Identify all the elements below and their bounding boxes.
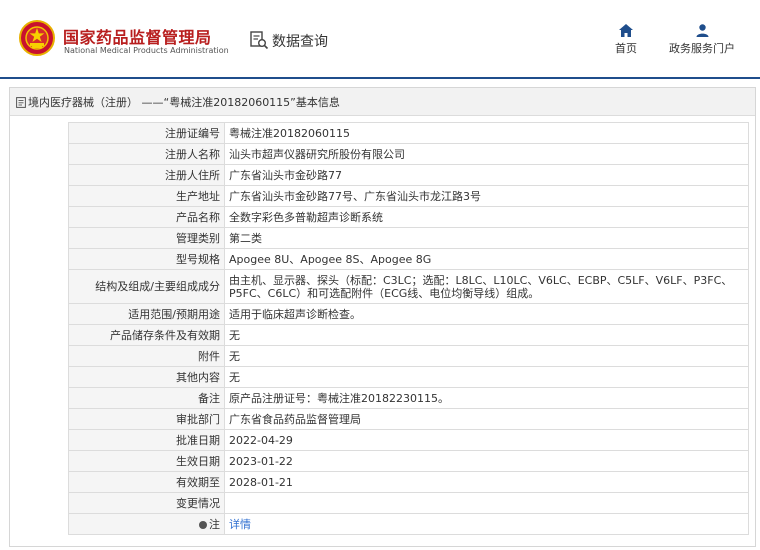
home-icon xyxy=(619,24,633,37)
table-row: 注册人名称 汕头市超声仪器研究所股份有限公司 xyxy=(68,143,749,165)
field-label: 生效日期 xyxy=(68,450,225,472)
field-value: 汕头市超声仪器研究所股份有限公司 xyxy=(224,143,749,165)
breadcrumb-separator: —— xyxy=(141,96,164,109)
field-label: 生产地址 xyxy=(68,185,225,207)
field-label: 批准日期 xyxy=(68,429,225,451)
nav-gov-service-portal[interactable]: 政务服务门户 xyxy=(660,24,744,56)
data-query-label[interactable]: 数据查询 xyxy=(272,31,328,51)
table-row: 注 详情 xyxy=(68,513,749,535)
table-row: 批准日期 2022-04-29 xyxy=(68,429,749,451)
field-value: 详情 xyxy=(224,513,749,535)
nav-home-label: 首页 xyxy=(615,42,637,55)
field-value xyxy=(224,492,749,514)
field-label: 其他内容 xyxy=(68,366,225,388)
field-label: 注册证编号 xyxy=(68,122,225,144)
field-value: 由主机、显示器、探头（标配：C3LC；选配：L8LC、L10LC、V6LC、EC… xyxy=(224,269,749,304)
field-value: 无 xyxy=(224,366,749,388)
table-row: 生产地址 广东省汕头市金砂路77号、广东省汕头市龙江路3号 xyxy=(68,185,749,207)
field-label: 结构及组成/主要组成成分 xyxy=(68,269,225,304)
field-value: 第二类 xyxy=(224,227,749,249)
table-row: 生效日期 2023-01-22 xyxy=(68,450,749,472)
field-value: 广东省汕头市金砂路77 xyxy=(224,164,749,186)
field-label: 审批部门 xyxy=(68,408,225,430)
field-value: 2028-01-21 xyxy=(224,471,749,493)
data-search-icon xyxy=(250,31,269,50)
field-value: 无 xyxy=(224,324,749,346)
site-title-cn: 国家药品监督管理局 xyxy=(63,28,212,47)
table-row: 管理类别 第二类 xyxy=(68,227,749,249)
table-row: 结构及组成/主要组成成分 由主机、显示器、探头（标配：C3LC；选配：L8LC、L… xyxy=(68,269,749,304)
field-value: 无 xyxy=(224,345,749,367)
table-row: 产品名称 全数字彩色多普勒超声诊断系统 xyxy=(68,206,749,228)
field-label: 注册人住所 xyxy=(68,164,225,186)
field-value: 2022-04-29 xyxy=(224,429,749,451)
field-value: Apogee 8U、Apogee 8S、Apogee 8G xyxy=(224,248,749,270)
table-row: 备注 原产品注册证号：粤械注准20182230115。 xyxy=(68,387,749,409)
note-label: 注 xyxy=(209,517,220,531)
table-row: 变更情况 xyxy=(68,492,749,514)
field-label: 产品名称 xyxy=(68,206,225,228)
registration-info-table: 注册证编号 粤械注准20182060115 注册人名称 汕头市超声仪器研究所股份有限公… xyxy=(68,122,749,535)
details-link[interactable]: 详情 xyxy=(229,518,251,531)
document-icon xyxy=(16,97,26,108)
site-title-en: National Medical Products Administration xyxy=(64,46,229,55)
national-emblem-icon xyxy=(19,20,55,56)
field-value: 广东省汕头市金砂路77号、广东省汕头市龙江路3号 xyxy=(224,185,749,207)
header-divider xyxy=(0,77,760,79)
field-label: 注册人名称 xyxy=(68,143,225,165)
field-label: 型号规格 xyxy=(68,248,225,270)
field-label: 变更情况 xyxy=(68,492,225,514)
table-row: 产品储存条件及有效期无 xyxy=(68,324,749,346)
breadcrumb-link-category[interactable]: 境内医疗器械（注册） xyxy=(28,96,138,109)
breadcrumb: 境内医疗器械（注册） ——“粤械注准20182060115”基本信息 xyxy=(10,88,755,116)
table-row: 其他内容无 xyxy=(68,366,749,388)
field-label: 备注 xyxy=(68,387,225,409)
field-label: 管理类别 xyxy=(68,227,225,249)
field-label: 适用范围/预期用途 xyxy=(68,303,225,325)
nav-home[interactable]: 首页 xyxy=(608,24,644,56)
table-row: 注册证编号 粤械注准20182060115 xyxy=(68,122,749,144)
site-header: 国家药品监督管理局 National Medical Products Admi… xyxy=(0,0,760,77)
field-value: 全数字彩色多普勒超声诊断系统 xyxy=(224,206,749,228)
field-label: 附件 xyxy=(68,345,225,367)
table-row: 附件无 xyxy=(68,345,749,367)
field-value: 2023-01-22 xyxy=(224,450,749,472)
field-value: 原产品注册证号：粤械注准20182230115。 xyxy=(224,387,749,409)
field-value: 广东省食品药品监督管理局 xyxy=(224,408,749,430)
table-row: 有效期至 2028-01-21 xyxy=(68,471,749,493)
field-label: 注 xyxy=(68,513,225,535)
note-icon xyxy=(199,520,207,529)
table-row: 适用范围/预期用途 适用于临床超声诊断检查。 xyxy=(68,303,749,325)
table-row: 型号规格 Apogee 8U、Apogee 8S、Apogee 8G xyxy=(68,248,749,270)
field-value: 粤械注准20182060115 xyxy=(224,122,749,144)
field-label: 有效期至 xyxy=(68,471,225,493)
user-icon xyxy=(696,24,708,37)
breadcrumb-current: “粤械注准20182060115”基本信息 xyxy=(163,96,340,109)
field-value: 适用于临床超声诊断检查。 xyxy=(224,303,749,325)
nav-portal-label: 政务服务门户 xyxy=(669,42,735,55)
field-label: 产品储存条件及有效期 xyxy=(68,324,225,346)
table-row: 注册人住所 广东省汕头市金砂路77 xyxy=(68,164,749,186)
table-row: 审批部门 广东省食品药品监督管理局 xyxy=(68,408,749,430)
detail-panel: 境内医疗器械（注册） ——“粤械注准20182060115”基本信息 注册证编号… xyxy=(9,87,756,547)
